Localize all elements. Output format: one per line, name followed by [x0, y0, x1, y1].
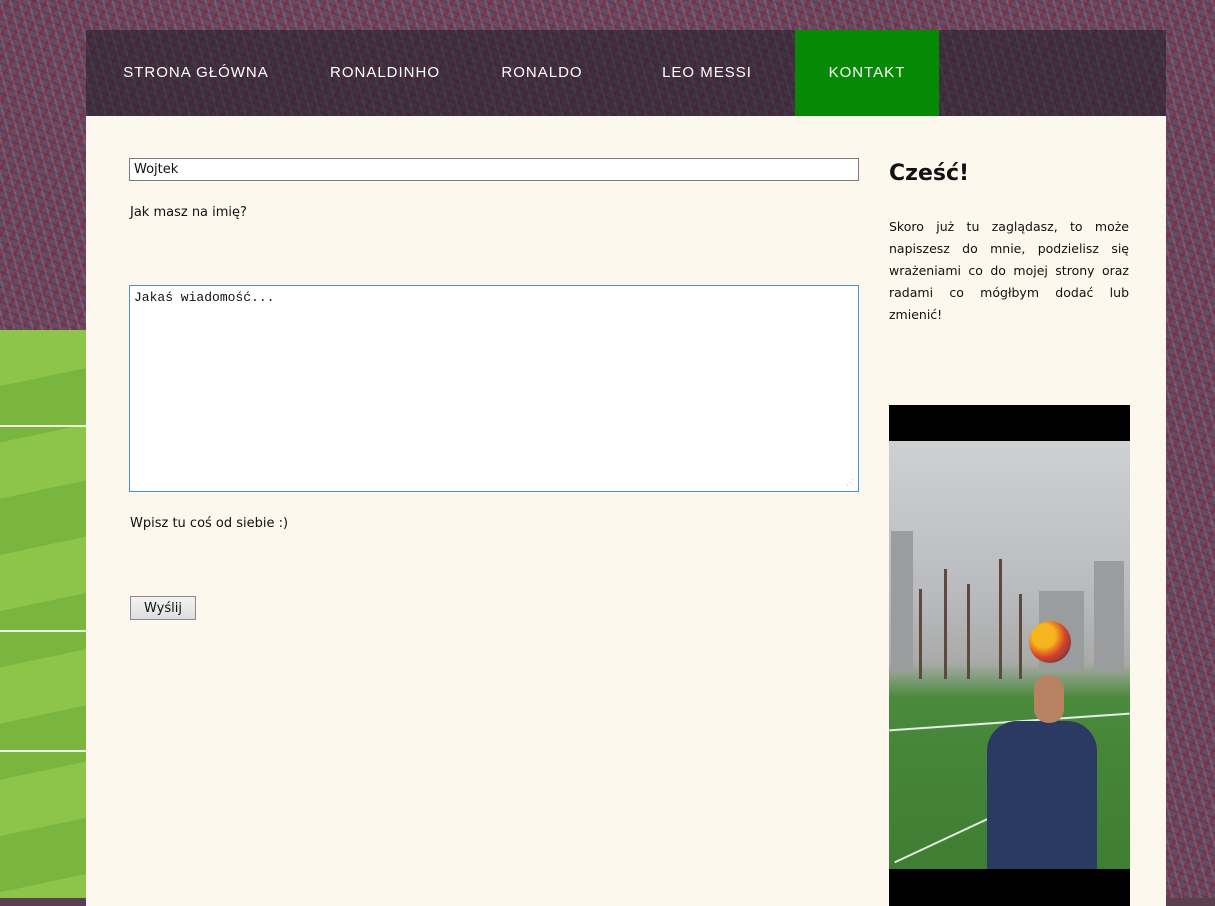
message-textarea[interactable]: Jakaś wiadomość...	[129, 285, 859, 492]
content-panel: Jak masz na imię? Jakaś wiadomość... ⋰ W…	[86, 116, 1166, 906]
sidebar-text: Skoro już tu zaglądasz, to może napiszes…	[889, 219, 1129, 322]
profile-photo	[889, 405, 1130, 906]
name-label: Jak masz na imię?	[130, 205, 247, 220]
nav-item-ronaldinho[interactable]: RONALDINHO	[306, 30, 464, 116]
send-button[interactable]: Wyślij	[130, 596, 196, 620]
person-head	[1034, 675, 1064, 723]
nav-item-ronaldo[interactable]: RONALDO	[464, 30, 620, 116]
pitch-line	[0, 630, 90, 632]
message-label: Wpisz tu coś od siebie :)	[130, 516, 289, 531]
name-input[interactable]	[129, 158, 859, 181]
nav-item-home[interactable]: STRONA GŁÓWNA	[86, 30, 306, 116]
pitch-line	[0, 750, 90, 752]
main-navigation: STRONA GŁÓWNA RONALDINHO RONALDO LEO MES…	[86, 30, 1166, 116]
nav-item-kontakt[interactable]: KONTAKT	[795, 30, 939, 116]
nav-item-leo-messi[interactable]: LEO MESSI	[620, 30, 794, 116]
person-figure	[987, 721, 1097, 869]
background-pitch	[0, 330, 90, 906]
resize-grip-icon[interactable]: ⋰	[846, 479, 854, 487]
pitch-line	[0, 425, 90, 427]
sidebar-title: Cześć!	[889, 161, 970, 186]
football-ball	[1029, 621, 1071, 663]
